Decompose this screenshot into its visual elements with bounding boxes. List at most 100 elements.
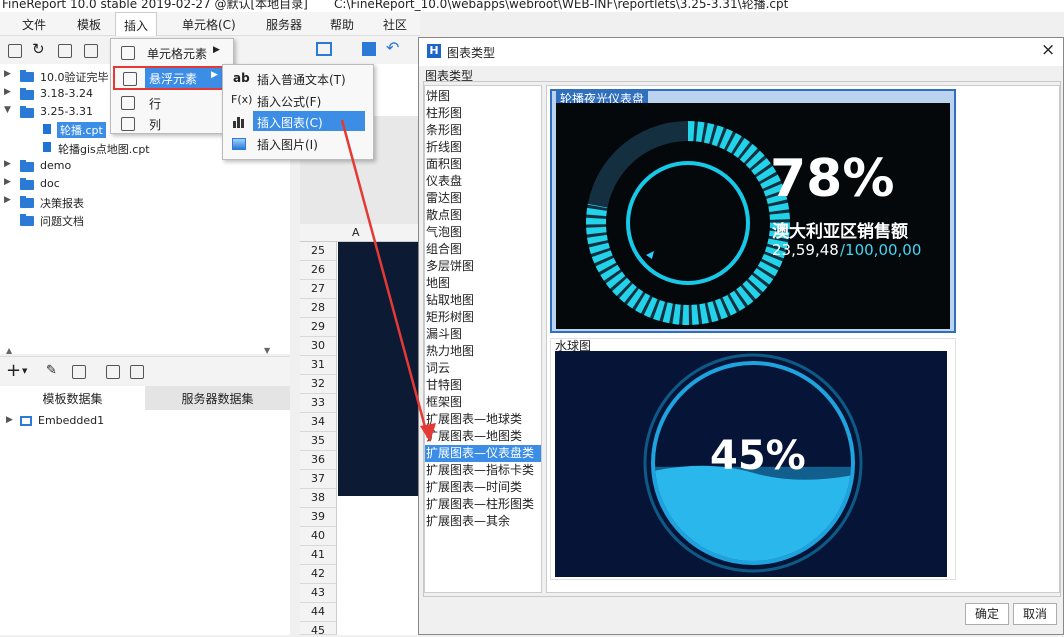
menu-item-row[interactable]: 行 [111, 92, 233, 114]
menu-community[interactable]: 社区 [383, 16, 407, 33]
column-a-header[interactable]: A [352, 226, 360, 239]
row-number[interactable]: 27 [300, 280, 337, 299]
chart-type-item[interactable]: 词云 [425, 360, 541, 377]
report-type-icon[interactable] [316, 42, 332, 56]
collapse-arrow-icon[interactable]: ▼ [4, 105, 11, 115]
tree-item-folder[interactable]: ▶ 决策报表 [0, 193, 110, 211]
chart-type-item[interactable]: 扩展图表—其余 [425, 513, 541, 530]
expand-arrow-icon[interactable]: ▶ [4, 195, 11, 205]
new-folder-icon[interactable] [8, 44, 22, 58]
chart-type-item[interactable]: 雷达图 [425, 190, 541, 207]
undo-icon[interactable]: ↶ [386, 38, 399, 57]
tree-item-folder[interactable]: ▶ 10.0验证完毕 [0, 67, 110, 85]
menu-insert[interactable]: 插入 [115, 12, 158, 38]
chevron-down-icon[interactable]: ▼ [22, 367, 27, 375]
refresh-icon[interactable]: ↻ [32, 40, 45, 58]
chart-type-item[interactable]: 气泡图 [425, 224, 541, 241]
tree-item-file[interactable]: 轮播gis点地图.cpt [40, 139, 190, 157]
collapse-up-icon[interactable]: ▲ [6, 346, 12, 355]
tree-item-file-selected[interactable]: 轮播.cpt [40, 121, 110, 139]
expand-arrow-icon[interactable]: ▶ [4, 159, 11, 169]
tree-item-folder[interactable]: ▶ 3.18-3.24 [0, 85, 110, 103]
row-number[interactable]: 31 [300, 356, 337, 375]
ok-button[interactable]: 确定 [965, 603, 1009, 625]
save-icon[interactable] [362, 42, 376, 56]
list-item-dataset[interactable]: ▶ Embedded1 [6, 414, 126, 430]
row-number[interactable]: 32 [300, 375, 337, 394]
row-number[interactable]: 34 [300, 413, 337, 432]
collapse-down-icon[interactable]: ▼ [264, 346, 270, 355]
tab-template-dataset[interactable]: 模板数据集 [0, 386, 145, 410]
row-number[interactable]: 41 [300, 546, 337, 565]
menu-item-cell-element[interactable]: 单元格元素 ▶ [111, 42, 233, 64]
row-number[interactable]: 40 [300, 527, 337, 546]
view-icon[interactable] [58, 44, 72, 58]
tree-item-folder[interactable]: ▼ 3.25-3.31 [0, 103, 110, 121]
tab-server-dataset[interactable]: 服务器数据集 [145, 386, 290, 410]
chart-type-item[interactable]: 散点图 [425, 207, 541, 224]
menu-item-insert-text[interactable]: ab 插入普通文本(T) [223, 68, 373, 90]
add-dataset-icon[interactable]: + [6, 360, 21, 381]
chart-type-item[interactable]: 地图 [425, 275, 541, 292]
row-number[interactable]: 44 [300, 603, 337, 622]
close-icon[interactable]: × [1041, 40, 1055, 60]
chart-type-item[interactable]: 多层饼图 [425, 258, 541, 275]
chart-type-item[interactable]: 扩展图表—柱形图类 [425, 496, 541, 513]
delete-icon[interactable] [72, 365, 86, 379]
chart-type-item[interactable]: 热力地图 [425, 343, 541, 360]
chart-type-item[interactable]: 矩形树图 [425, 309, 541, 326]
chart-type-item[interactable]: 组合图 [425, 241, 541, 258]
row-number[interactable]: 29 [300, 318, 337, 337]
chart-type-item[interactable]: 漏斗图 [425, 326, 541, 343]
row-number[interactable]: 42 [300, 565, 337, 584]
row-number[interactable]: 37 [300, 470, 337, 489]
floating-chart-element[interactable] [338, 242, 420, 496]
preview-card-water-ball[interactable]: 水球图 45% [550, 338, 956, 580]
menu-item-insert-formula[interactable]: F(x) 插入公式(F) [223, 90, 373, 112]
preview-card-night-gauge[interactable]: 轮播夜光仪表盘 78% 澳大利亚区销售额 23,59,48 /100,00,00 [550, 89, 956, 333]
chart-type-item[interactable]: 扩展图表—时间类 [425, 479, 541, 496]
preview-icon[interactable] [106, 365, 120, 379]
chart-type-item[interactable]: 扩展图表—地球类 [425, 411, 541, 428]
menu-item-float-element[interactable]: 悬浮元素 ▶ [113, 66, 225, 90]
param-icon[interactable] [130, 365, 144, 379]
menu-item-insert-chart[interactable]: 插入图表(C) [223, 111, 373, 133]
tree-item-folder[interactable]: 问题文档 [0, 211, 110, 229]
row-number[interactable]: 26 [300, 261, 337, 280]
chart-type-item[interactable]: 扩展图表—地图类 [425, 428, 541, 445]
menu-cell[interactable]: 单元格(C) [182, 16, 236, 33]
row-number[interactable]: 43 [300, 584, 337, 603]
row-number[interactable]: 45 [300, 622, 337, 637]
menu-server[interactable]: 服务器 [266, 16, 302, 33]
chart-type-item[interactable]: 扩展图表—指标卡类 [425, 462, 541, 479]
chart-type-item[interactable]: 扩展图表—仪表盘类 [425, 445, 541, 462]
chart-type-item[interactable]: 甘特图 [425, 377, 541, 394]
menu-item-insert-image[interactable]: 插入图片(I) [223, 133, 373, 155]
tree-item-folder[interactable]: ▶ doc [0, 175, 110, 193]
chart-type-item[interactable]: 面积图 [425, 156, 541, 173]
settings-icon[interactable] [84, 44, 98, 58]
row-number[interactable]: 38 [300, 489, 337, 508]
chart-type-item[interactable]: 钻取地图 [425, 292, 541, 309]
chart-type-item[interactable]: 饼图 [425, 88, 541, 105]
row-number[interactable]: 30 [300, 337, 337, 356]
menu-file[interactable]: 文件 [22, 16, 46, 33]
row-number[interactable]: 39 [300, 508, 337, 527]
expand-arrow-icon[interactable]: ▶ [6, 415, 13, 425]
expand-arrow-icon[interactable]: ▶ [4, 177, 11, 187]
chart-type-item[interactable]: 框架图 [425, 394, 541, 411]
chart-type-item[interactable]: 柱形图 [425, 105, 541, 122]
menu-help[interactable]: 帮助 [330, 16, 354, 33]
chart-type-item[interactable]: 仪表盘 [425, 173, 541, 190]
menu-template[interactable]: 模板 [77, 16, 101, 33]
cancel-button[interactable]: 取消 [1013, 603, 1057, 625]
row-number[interactable]: 33 [300, 394, 337, 413]
expand-arrow-icon[interactable]: ▶ [4, 69, 11, 79]
row-number[interactable]: 25 [300, 242, 337, 261]
chart-type-item[interactable]: 折线图 [425, 139, 541, 156]
tree-item-folder[interactable]: ▶ demo [0, 157, 110, 175]
expand-arrow-icon[interactable]: ▶ [4, 87, 11, 97]
chart-type-item[interactable]: 条形图 [425, 122, 541, 139]
row-number[interactable]: 35 [300, 432, 337, 451]
row-number[interactable]: 28 [300, 299, 337, 318]
